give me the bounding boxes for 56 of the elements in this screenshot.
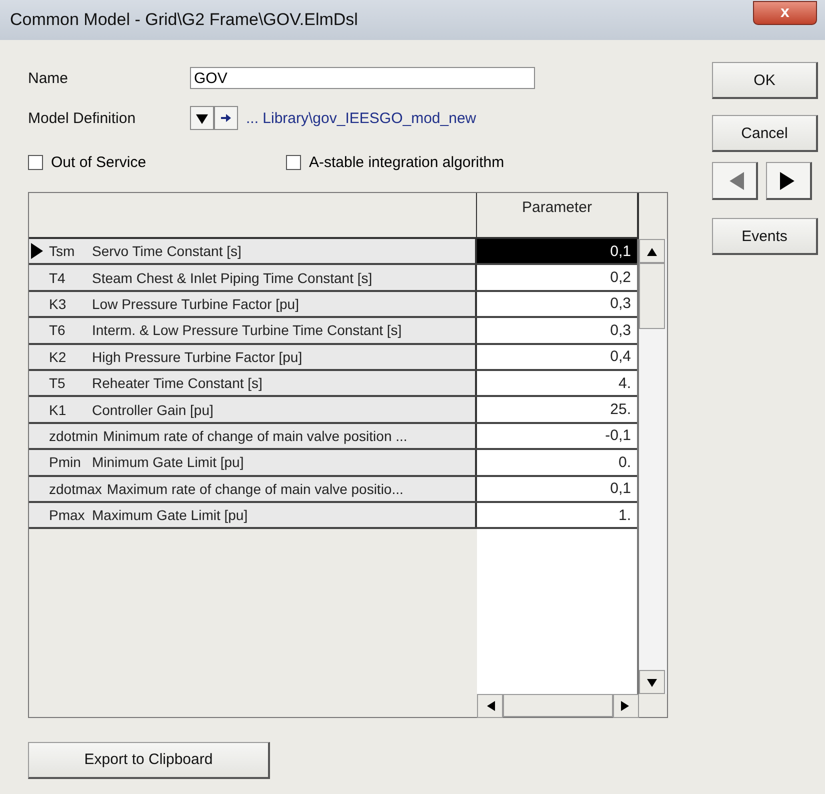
parameter-description: High Pressure Turbine Factor [pu] (92, 348, 302, 365)
parameter-description: Maximum Gate Limit [pu] (92, 507, 248, 524)
parameter-description: Steam Chest & Inlet Piping Time Constant [s] (92, 270, 372, 286)
ok-button[interactable]: OK (712, 62, 818, 99)
scroll-up-button[interactable] (639, 239, 665, 263)
caret-icon (196, 112, 208, 124)
parameter-description: Reheater Time Constant [s] (92, 375, 262, 392)
model-path-link[interactable]: ... Library\gov_IEESGO_mod_new (246, 110, 476, 126)
events-button[interactable]: Events (712, 218, 818, 255)
vertical-scrollbar[interactable] (639, 239, 667, 694)
row-header[interactable]: Tsm Servo Time Constant [s] (29, 239, 477, 264)
next-button[interactable] (766, 162, 812, 200)
parameter-code: T6 (49, 322, 66, 338)
jump-button[interactable] (214, 106, 238, 130)
parameter-code: T4 (49, 270, 66, 286)
parameter-code: Pmin (49, 454, 82, 470)
scroll-down-button[interactable] (639, 670, 665, 694)
previous-button[interactable] (712, 162, 758, 200)
field-label: Model Definition (28, 110, 137, 126)
checkbox[interactable] (28, 154, 43, 170)
parameter-code: Pmax (49, 507, 86, 524)
parameter-description: Interm. & Low Pressure Turbine Time Constant [s] (92, 322, 402, 338)
scroll-thumb[interactable] (503, 694, 613, 717)
parameter-description: Low Pressure Turbine Factor [pu] (92, 296, 299, 312)
field-label: Name (28, 70, 70, 86)
parameter-description: Maximum rate of change of main valve positio... (106, 480, 404, 497)
parameter-code: K2 (49, 348, 68, 365)
parameter-code: zdotmax (49, 480, 102, 497)
parameter-code: zdotmin (49, 428, 98, 444)
parameter-code: T5 (49, 375, 66, 392)
right-arrow-icon (621, 701, 631, 711)
left-arrow-icon (485, 701, 495, 711)
column-header[interactable]: Parameter (477, 193, 639, 239)
parameter-code: K3 (49, 296, 68, 312)
export-button[interactable]: Export to Clipboard (28, 742, 270, 778)
parameter-description: Minimum Gate Limit [pu] (92, 454, 244, 470)
parameter-description: Minimum rate of change of main valve position ... (103, 428, 408, 444)
scroll-thumb[interactable] (639, 263, 665, 329)
name-field[interactable]: GOV (190, 67, 535, 89)
up-arrow-icon (647, 246, 657, 256)
scroll-left-button[interactable] (477, 694, 503, 718)
value-cell[interactable]: 0,1 (477, 239, 637, 264)
cancel-button[interactable]: Cancel (712, 115, 818, 152)
checkbox[interactable] (286, 154, 301, 170)
dropdown-button[interactable] (190, 106, 214, 130)
scroll-right-button[interactable] (613, 694, 639, 718)
checkbox-label: A-stable integration algorithm (309, 154, 504, 170)
parameter-code: Tsm (49, 243, 76, 260)
parameter-description: Controller Gain [pu] (92, 402, 214, 418)
parameter-code: K1 (49, 402, 68, 418)
parameter-description: Servo Time Constant [s] (92, 243, 242, 260)
arrow-icon (221, 114, 231, 122)
horizontal-scrollbar[interactable] (477, 694, 639, 717)
checkbox-label: Out of Service (51, 154, 146, 170)
window-title: Common Model - Grid\G2 Frame\GOV.ElmDsl (10, 10, 358, 30)
down-arrow-icon (647, 677, 657, 687)
